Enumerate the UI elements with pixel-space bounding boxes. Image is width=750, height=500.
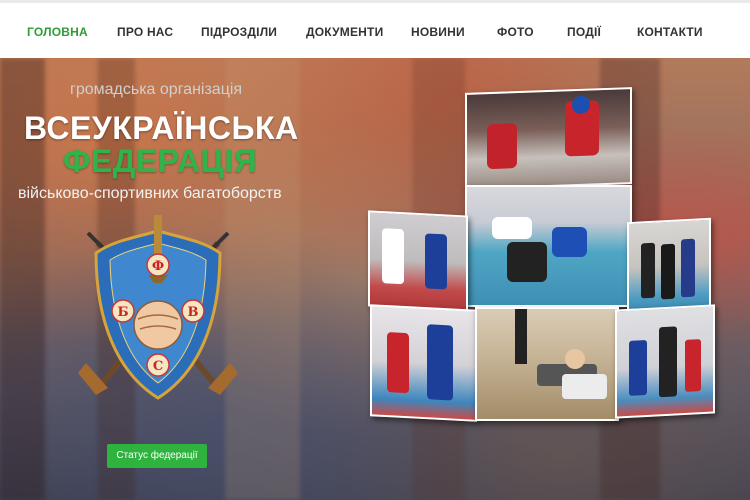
nav-item-documents[interactable]: ДОКУМЕНТИ (306, 25, 383, 39)
collage-photo-6 (475, 307, 619, 421)
nav-item-about[interactable]: ПРО НАС (117, 25, 173, 39)
nav-item-contacts[interactable]: КОНТАКТИ (637, 25, 703, 39)
collage-photo-4 (627, 217, 711, 315)
nav-item-events[interactable]: ПОДІЇ (567, 25, 601, 39)
main-nav: ГОЛОВНА ПРО НАС ПІДРОЗДІЛИ ДОКУМЕНТИ НОВ… (0, 3, 750, 58)
hero-title-line2: ФЕДЕРАЦІЯ (63, 143, 258, 179)
organization-type: громадська організація (70, 81, 243, 98)
collage-photo-1 (465, 87, 632, 190)
collage-photo-7 (615, 304, 715, 419)
fist-icon (133, 300, 183, 350)
federation-status-button[interactable]: Статус федерації (107, 444, 207, 468)
nav-item-home[interactable]: ГОЛОВНА (27, 25, 88, 39)
emblem-letter-s: С (153, 359, 163, 374)
hero-subtitle: військово-спортивних багатоборств (18, 185, 282, 202)
collage-photo-3 (368, 210, 468, 312)
emblem-letter-f: Ф (152, 259, 164, 274)
hero-title-line1: ВСЕУКРАЇНСЬКА (24, 110, 299, 146)
emblem-letter-b: Б (117, 305, 128, 320)
collage-photo-2 (465, 185, 632, 307)
nav-item-news[interactable]: НОВИНИ (411, 25, 465, 39)
federation-emblem-icon: Ф Б В С (78, 215, 238, 400)
nav-item-photo[interactable]: ФОТО (497, 25, 534, 39)
collage-photo-5 (370, 304, 477, 422)
top-navigation-bar: ГОЛОВНА ПРО НАС ПІДРОЗДІЛИ ДОКУМЕНТИ НОВ… (0, 0, 750, 58)
nav-item-divisions[interactable]: ПІДРОЗДІЛИ (201, 25, 277, 39)
emblem-letter-v: В (188, 305, 199, 320)
